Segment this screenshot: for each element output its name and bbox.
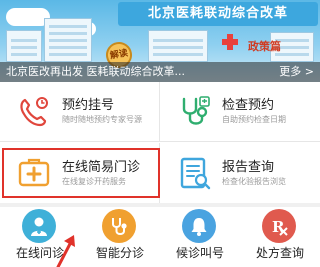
feature-row: 在线问诊 智能分诊 候诊叫号 R 处方查询 (0, 207, 320, 267)
feature-label: 候诊叫号 (175, 246, 224, 260)
more-link[interactable]: 更多 > (279, 63, 314, 81)
medical-cross-icon (222, 34, 238, 50)
highlight-box (2, 148, 160, 198)
top-banner[interactable]: 北京医耗联动综合改革 解读 政策篇 北京医改再出发 医耗联动综合改革... 更多… (0, 0, 320, 82)
report-icon (180, 157, 211, 190)
service-subtitle: 随时随地预约专家号源 (62, 115, 142, 124)
report-query-item[interactable]: 报告查询 检查化验报告浏览 (160, 143, 320, 203)
annotation-arrow-icon (56, 235, 75, 267)
stethoscope-icon (182, 95, 210, 125)
phone-hand-icon (20, 96, 48, 126)
service-subtitle: 检查化验报告浏览 (222, 176, 286, 186)
banner-tag: 政策篇 (248, 40, 281, 53)
banner-headline: 北京医耗联动综合改革 (118, 2, 318, 26)
building-illustration (6, 30, 42, 62)
prescription-query-button[interactable]: R 处方查询 (240, 207, 320, 267)
feature-label: 处方查询 (255, 246, 304, 260)
feature-label: 智能分诊 (95, 246, 144, 260)
building-illustration (148, 30, 208, 62)
service-title: 预约挂号 (62, 98, 115, 113)
building-illustration (44, 18, 92, 62)
exam-appointment-item[interactable]: 检查预约 自助预约检查日期 (160, 82, 320, 142)
appointment-registration-item[interactable]: 预约挂号 随时随地预约专家号源 (0, 82, 160, 142)
banner-caption[interactable]: 北京医改再出发 医耗联动综合改革... (6, 63, 268, 81)
stethoscope-icon (102, 209, 136, 243)
service-title: 检查预约 (222, 98, 275, 113)
queue-call-button[interactable]: 候诊叫号 (160, 207, 240, 267)
service-title: 报告查询 (222, 159, 275, 175)
rx-icon: R (262, 209, 296, 243)
smart-triage-button[interactable]: 智能分诊 (80, 207, 160, 267)
service-subtitle: 自助预约检查日期 (222, 115, 286, 124)
bell-icon (182, 209, 216, 243)
